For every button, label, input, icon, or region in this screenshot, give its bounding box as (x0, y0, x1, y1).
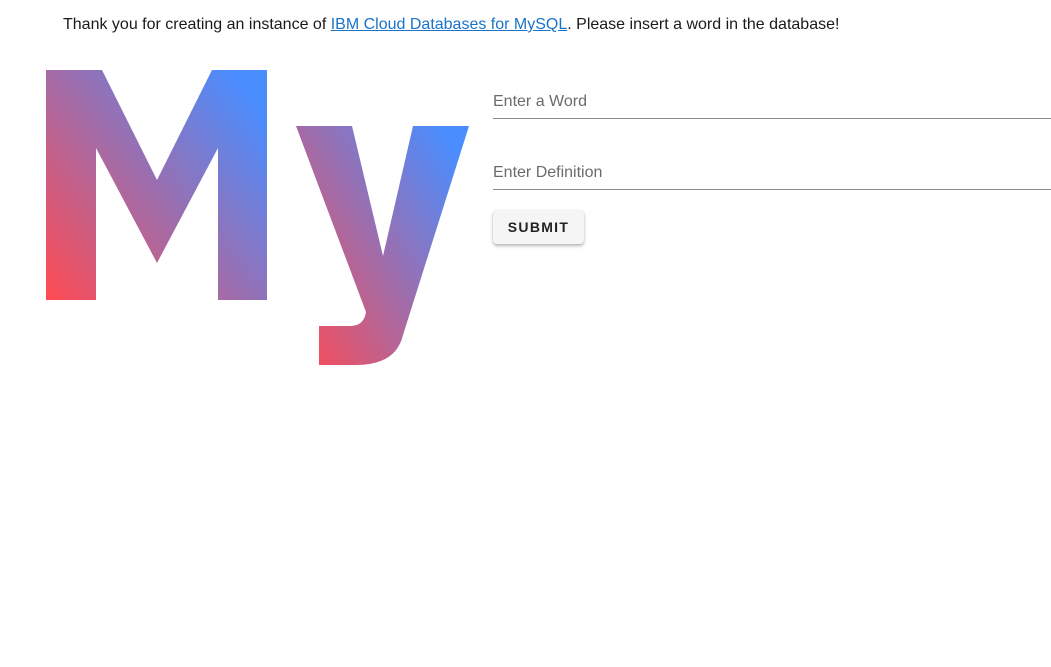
intro-before: Thank you for creating an instance of (63, 16, 331, 33)
ibm-cloud-databases-link[interactable]: IBM Cloud Databases for MySQL (331, 16, 568, 33)
intro-text: Thank you for creating an instance of IB… (63, 14, 839, 36)
intro-after: . Please insert a word in the database! (567, 16, 840, 33)
word-input[interactable] (493, 88, 1051, 116)
submit-button[interactable]: SUBMIT (493, 210, 584, 244)
definition-field (493, 159, 1051, 190)
mysql-logo: My (46, 70, 469, 365)
word-field (493, 88, 1051, 119)
definition-input[interactable] (493, 159, 1051, 187)
logo-letter-m (46, 70, 267, 300)
word-form: SUBMIT (493, 88, 1051, 244)
logo-letter-y (296, 126, 469, 365)
